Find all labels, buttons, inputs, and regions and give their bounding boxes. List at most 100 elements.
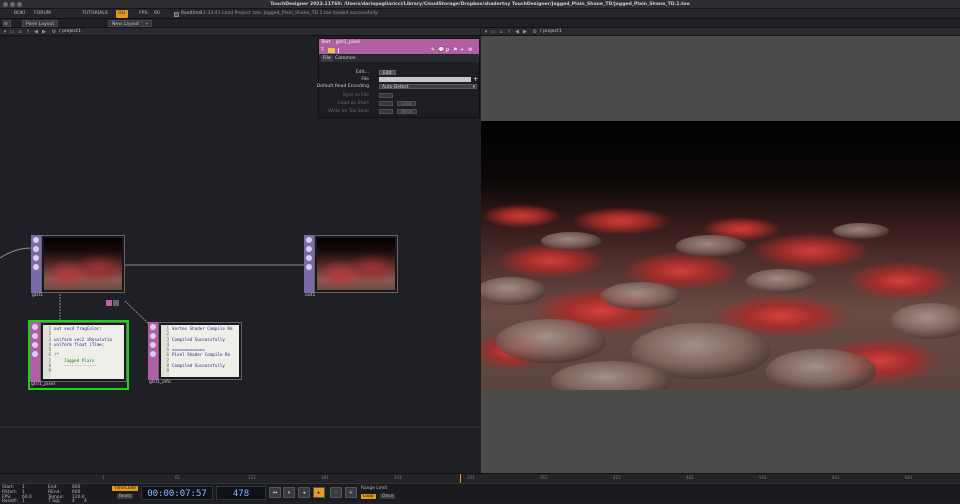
timeline-tick: 1 bbox=[102, 475, 105, 480]
param-row-file: File + bbox=[319, 76, 481, 83]
pane-split-icon[interactable]: ▭ bbox=[9, 29, 15, 35]
timecode-toggle[interactable]: TimeCode bbox=[112, 486, 138, 491]
timeline-tick: 421 bbox=[613, 475, 621, 480]
python-icon[interactable]: ꝑ bbox=[446, 47, 449, 53]
back-icon[interactable]: ◀ bbox=[514, 29, 520, 35]
resetf-value[interactable]: 1 bbox=[22, 499, 25, 504]
timecode-display[interactable]: 00:00:07:57 bbox=[141, 486, 213, 500]
stop-button[interactable]: ⏸ bbox=[283, 487, 295, 498]
pane-menu-icon[interactable]: ▾ bbox=[483, 29, 489, 35]
out1-thumbnail bbox=[317, 238, 395, 290]
node-flags[interactable] bbox=[31, 235, 41, 293]
viewer-pane-header: ▾ ▭ ⌂ ↑ ◀ ▶ ⚙ / project1 bbox=[481, 28, 960, 36]
zoom-window-button[interactable] bbox=[17, 2, 22, 7]
fps-value: 60 bbox=[154, 11, 160, 16]
realtime-checkbox[interactable] bbox=[174, 12, 179, 17]
node-viewer[interactable] bbox=[41, 235, 125, 293]
layout-menu-icon[interactable]: ≡ bbox=[3, 20, 11, 27]
pane-menu-icon[interactable]: ▾ bbox=[2, 29, 8, 35]
node-flags[interactable] bbox=[304, 235, 314, 293]
frame-display[interactable]: 478 bbox=[216, 486, 266, 500]
tab-new-layout[interactable]: New Layout bbox=[108, 20, 144, 27]
add-layout-button[interactable]: + bbox=[142, 20, 152, 27]
forward-icon[interactable]: ▶ bbox=[41, 29, 47, 35]
glsl1-node[interactable]: glsl1 bbox=[31, 235, 125, 306]
node-output-connector[interactable] bbox=[113, 300, 119, 306]
write-button[interactable]: Write bbox=[397, 109, 417, 115]
forward-icon[interactable]: ▶ bbox=[522, 29, 528, 35]
step-forward-button[interactable]: + bbox=[345, 487, 357, 498]
op-type-icon[interactable] bbox=[328, 48, 335, 53]
tab-pane-layout[interactable]: Pane Layout bbox=[22, 20, 59, 27]
node-label[interactable]: glsl1_info bbox=[148, 380, 171, 386]
load-button[interactable]: Load bbox=[397, 101, 416, 107]
menu-tutorials[interactable]: TUTORIALS bbox=[82, 10, 108, 18]
realtime-label: Realtime bbox=[181, 11, 202, 16]
tsig-b[interactable]: 4 bbox=[84, 499, 87, 504]
close-window-button[interactable] bbox=[3, 2, 8, 7]
up-icon[interactable]: ↑ bbox=[506, 29, 512, 35]
viewer-pane[interactable] bbox=[481, 36, 960, 473]
up-icon[interactable]: ↑ bbox=[25, 29, 31, 35]
rewind-button[interactable]: ⏮ bbox=[269, 487, 281, 498]
node-flags[interactable] bbox=[148, 322, 158, 380]
network-path[interactable]: / project1 bbox=[59, 28, 81, 36]
node-label[interactable]: glsl1_pixel bbox=[30, 382, 55, 388]
parameter-window[interactable]: Text glsl1_pixel ? ✎ 💬 ꝑ ⚑ + ⚙ File Comm… bbox=[317, 38, 481, 118]
sync-toggle[interactable] bbox=[379, 93, 393, 98]
add-icon[interactable]: + bbox=[460, 47, 464, 53]
op-name[interactable]: glsl1_pixel bbox=[336, 40, 360, 45]
node-viewer[interactable] bbox=[314, 235, 398, 293]
help-icon[interactable]: ? bbox=[321, 47, 324, 53]
step-back-button[interactable]: ◂ bbox=[298, 487, 310, 498]
load-toggle[interactable] bbox=[379, 101, 393, 106]
menu-boki[interactable]: BOKI bbox=[14, 10, 25, 18]
settings-icon[interactable]: ⚙ bbox=[51, 29, 57, 35]
write-toggle[interactable] bbox=[379, 109, 393, 114]
settings-icon[interactable]: ⚙ bbox=[532, 29, 538, 35]
loop-toggle[interactable]: Loop bbox=[361, 494, 376, 499]
node-flags[interactable] bbox=[30, 322, 40, 382]
add-file-icon[interactable]: + bbox=[473, 76, 478, 83]
node-output-connector[interactable] bbox=[106, 300, 112, 306]
menu-forum[interactable]: FORUM bbox=[34, 10, 51, 18]
timeline-tick: 181 bbox=[321, 475, 329, 480]
op-type: Text bbox=[321, 40, 331, 45]
pane-split-icon[interactable]: ▭ bbox=[490, 29, 496, 35]
node-viewer[interactable]: 1 Vertex Shader Compile Re 2 3 Compiled Succ… bbox=[158, 322, 242, 380]
comment-icon[interactable]: 💬 bbox=[438, 47, 444, 53]
encoding-dropdown[interactable]: Auto-Detect ▾ bbox=[379, 84, 477, 90]
out1-node[interactable]: out1 bbox=[304, 235, 398, 299]
tsig-a[interactable]: 4 bbox=[72, 499, 75, 504]
node-viewer[interactable]: 1 out vec4 fragColor; 2 3 uniform vec2 iReso… bbox=[40, 322, 127, 382]
home-icon[interactable]: ⌂ bbox=[498, 29, 504, 35]
time-bar: Start: 1 End: 600 RStart: 1 REnd: 600 FP… bbox=[0, 483, 960, 504]
play-button[interactable]: ▸ bbox=[313, 487, 325, 498]
oli-indicator[interactable]: OLI bbox=[116, 10, 128, 18]
minimize-window-button[interactable] bbox=[10, 2, 15, 7]
tab-common[interactable]: Common bbox=[333, 55, 358, 62]
node-label[interactable]: out1 bbox=[304, 293, 315, 299]
edit-icon[interactable]: ✎ bbox=[431, 47, 435, 53]
back-icon[interactable]: ◀ bbox=[33, 29, 39, 35]
viewer-path[interactable]: / project1 bbox=[540, 28, 562, 36]
glsl1-pixel-node[interactable]: 1 out vec4 fragColor; 2 3 uniform vec2 iReso… bbox=[28, 320, 129, 390]
tab-file[interactable]: File bbox=[321, 55, 333, 62]
file-field[interactable] bbox=[379, 77, 471, 82]
timeline-ruler[interactable]: 161121181241301361421481541601661721 bbox=[0, 473, 960, 484]
code-line: 9 bbox=[166, 368, 169, 374]
param-toolbar: ? ✎ 💬 ꝑ ⚑ + ⚙ bbox=[319, 46, 479, 55]
timeline-tick: 241 bbox=[394, 475, 402, 480]
edit-button[interactable]: Edit bbox=[379, 70, 396, 76]
step-forward-button[interactable]: – bbox=[330, 487, 342, 498]
resetf-label: ResetF: bbox=[2, 499, 18, 504]
home-icon[interactable]: ⌂ bbox=[17, 29, 23, 35]
once-toggle[interactable]: Once bbox=[380, 494, 396, 499]
flag-icon[interactable]: ⚑ bbox=[453, 47, 457, 53]
beats-toggle[interactable]: Beats bbox=[117, 494, 134, 499]
glsl1-info-node[interactable]: 1 Vertex Shader Compile Re 2 3 Compiled Succ… bbox=[148, 322, 242, 386]
timeline-tick: 121 bbox=[248, 475, 256, 480]
gear-icon[interactable]: ⚙ bbox=[468, 47, 472, 53]
cursor-icon bbox=[338, 48, 339, 53]
node-label[interactable]: glsl1 bbox=[31, 293, 43, 299]
